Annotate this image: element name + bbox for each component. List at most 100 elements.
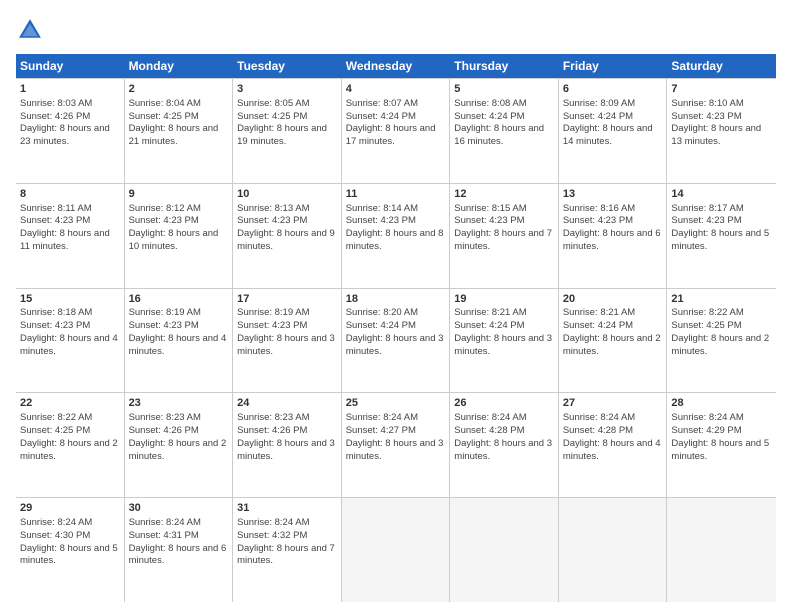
- day-info: Sunrise: 8:21 AM Sunset: 4:24 PM Dayligh…: [563, 307, 661, 356]
- day-info: Sunrise: 8:21 AM Sunset: 4:24 PM Dayligh…: [454, 307, 552, 356]
- day-info: Sunrise: 8:08 AM Sunset: 4:24 PM Dayligh…: [454, 98, 544, 147]
- day-number: 25: [346, 396, 446, 411]
- calendar-cell-0-3: 4Sunrise: 8:07 AM Sunset: 4:24 PM Daylig…: [342, 79, 451, 183]
- day-number: 27: [563, 396, 663, 411]
- calendar-cell-3-0: 22Sunrise: 8:22 AM Sunset: 4:25 PM Dayli…: [16, 393, 125, 497]
- day-number: 14: [671, 187, 772, 202]
- day-info: Sunrise: 8:24 AM Sunset: 4:28 PM Dayligh…: [454, 412, 552, 461]
- day-info: Sunrise: 8:15 AM Sunset: 4:23 PM Dayligh…: [454, 203, 552, 252]
- calendar-cell-4-3: [342, 498, 451, 602]
- calendar-row-4: 29Sunrise: 8:24 AM Sunset: 4:30 PM Dayli…: [16, 498, 776, 602]
- day-info: Sunrise: 8:04 AM Sunset: 4:25 PM Dayligh…: [129, 98, 219, 147]
- day-number: 21: [671, 292, 772, 307]
- calendar-cell-2-3: 18Sunrise: 8:20 AM Sunset: 4:24 PM Dayli…: [342, 289, 451, 393]
- day-number: 2: [129, 82, 229, 97]
- day-number: 11: [346, 187, 446, 202]
- calendar-cell-3-6: 28Sunrise: 8:24 AM Sunset: 4:29 PM Dayli…: [667, 393, 776, 497]
- day-number: 19: [454, 292, 554, 307]
- day-number: 7: [671, 82, 772, 97]
- day-number: 13: [563, 187, 663, 202]
- calendar-cell-0-0: 1Sunrise: 8:03 AM Sunset: 4:26 PM Daylig…: [16, 79, 125, 183]
- day-info: Sunrise: 8:05 AM Sunset: 4:25 PM Dayligh…: [237, 98, 327, 147]
- calendar-cell-2-2: 17Sunrise: 8:19 AM Sunset: 4:23 PM Dayli…: [233, 289, 342, 393]
- weekday-header-friday: Friday: [559, 54, 668, 78]
- day-number: 22: [20, 396, 120, 411]
- calendar-cell-0-1: 2Sunrise: 8:04 AM Sunset: 4:25 PM Daylig…: [125, 79, 234, 183]
- calendar-cell-4-1: 30Sunrise: 8:24 AM Sunset: 4:31 PM Dayli…: [125, 498, 234, 602]
- page: SundayMondayTuesdayWednesdayThursdayFrid…: [0, 0, 792, 612]
- calendar-cell-4-6: [667, 498, 776, 602]
- day-info: Sunrise: 8:24 AM Sunset: 4:29 PM Dayligh…: [671, 412, 769, 461]
- day-info: Sunrise: 8:14 AM Sunset: 4:23 PM Dayligh…: [346, 203, 444, 252]
- calendar-cell-4-2: 31Sunrise: 8:24 AM Sunset: 4:32 PM Dayli…: [233, 498, 342, 602]
- calendar-body: 1Sunrise: 8:03 AM Sunset: 4:26 PM Daylig…: [16, 78, 776, 602]
- calendar-cell-2-6: 21Sunrise: 8:22 AM Sunset: 4:25 PM Dayli…: [667, 289, 776, 393]
- calendar-cell-1-4: 12Sunrise: 8:15 AM Sunset: 4:23 PM Dayli…: [450, 184, 559, 288]
- calendar-cell-1-6: 14Sunrise: 8:17 AM Sunset: 4:23 PM Dayli…: [667, 184, 776, 288]
- calendar-row-1: 8Sunrise: 8:11 AM Sunset: 4:23 PM Daylig…: [16, 184, 776, 289]
- calendar-cell-0-4: 5Sunrise: 8:08 AM Sunset: 4:24 PM Daylig…: [450, 79, 559, 183]
- day-number: 18: [346, 292, 446, 307]
- calendar-cell-3-5: 27Sunrise: 8:24 AM Sunset: 4:28 PM Dayli…: [559, 393, 668, 497]
- day-number: 1: [20, 82, 120, 97]
- calendar-cell-1-2: 10Sunrise: 8:13 AM Sunset: 4:23 PM Dayli…: [233, 184, 342, 288]
- day-number: 3: [237, 82, 337, 97]
- calendar-cell-0-5: 6Sunrise: 8:09 AM Sunset: 4:24 PM Daylig…: [559, 79, 668, 183]
- calendar-cell-0-2: 3Sunrise: 8:05 AM Sunset: 4:25 PM Daylig…: [233, 79, 342, 183]
- day-number: 8: [20, 187, 120, 202]
- day-info: Sunrise: 8:24 AM Sunset: 4:32 PM Dayligh…: [237, 517, 335, 566]
- day-info: Sunrise: 8:16 AM Sunset: 4:23 PM Dayligh…: [563, 203, 661, 252]
- day-number: 28: [671, 396, 772, 411]
- calendar-cell-2-4: 19Sunrise: 8:21 AM Sunset: 4:24 PM Dayli…: [450, 289, 559, 393]
- day-number: 16: [129, 292, 229, 307]
- calendar-cell-4-5: [559, 498, 668, 602]
- day-info: Sunrise: 8:03 AM Sunset: 4:26 PM Dayligh…: [20, 98, 110, 147]
- calendar: SundayMondayTuesdayWednesdayThursdayFrid…: [16, 54, 776, 602]
- weekday-header-saturday: Saturday: [667, 54, 776, 78]
- day-info: Sunrise: 8:12 AM Sunset: 4:23 PM Dayligh…: [129, 203, 219, 252]
- day-info: Sunrise: 8:19 AM Sunset: 4:23 PM Dayligh…: [129, 307, 227, 356]
- day-info: Sunrise: 8:18 AM Sunset: 4:23 PM Dayligh…: [20, 307, 118, 356]
- day-number: 6: [563, 82, 663, 97]
- header: [16, 16, 776, 44]
- day-number: 24: [237, 396, 337, 411]
- calendar-cell-1-1: 9Sunrise: 8:12 AM Sunset: 4:23 PM Daylig…: [125, 184, 234, 288]
- day-info: Sunrise: 8:13 AM Sunset: 4:23 PM Dayligh…: [237, 203, 335, 252]
- weekday-header-sunday: Sunday: [16, 54, 125, 78]
- calendar-cell-4-4: [450, 498, 559, 602]
- calendar-row-0: 1Sunrise: 8:03 AM Sunset: 4:26 PM Daylig…: [16, 78, 776, 184]
- calendar-row-3: 22Sunrise: 8:22 AM Sunset: 4:25 PM Dayli…: [16, 393, 776, 498]
- day-info: Sunrise: 8:23 AM Sunset: 4:26 PM Dayligh…: [129, 412, 227, 461]
- day-info: Sunrise: 8:09 AM Sunset: 4:24 PM Dayligh…: [563, 98, 653, 147]
- calendar-cell-3-3: 25Sunrise: 8:24 AM Sunset: 4:27 PM Dayli…: [342, 393, 451, 497]
- day-number: 17: [237, 292, 337, 307]
- day-info: Sunrise: 8:22 AM Sunset: 4:25 PM Dayligh…: [20, 412, 118, 461]
- day-info: Sunrise: 8:10 AM Sunset: 4:23 PM Dayligh…: [671, 98, 761, 147]
- day-number: 31: [237, 501, 337, 516]
- calendar-cell-1-5: 13Sunrise: 8:16 AM Sunset: 4:23 PM Dayli…: [559, 184, 668, 288]
- day-info: Sunrise: 8:24 AM Sunset: 4:28 PM Dayligh…: [563, 412, 661, 461]
- day-number: 26: [454, 396, 554, 411]
- day-info: Sunrise: 8:07 AM Sunset: 4:24 PM Dayligh…: [346, 98, 436, 147]
- logo: [16, 16, 48, 44]
- calendar-cell-3-4: 26Sunrise: 8:24 AM Sunset: 4:28 PM Dayli…: [450, 393, 559, 497]
- day-info: Sunrise: 8:19 AM Sunset: 4:23 PM Dayligh…: [237, 307, 335, 356]
- day-info: Sunrise: 8:11 AM Sunset: 4:23 PM Dayligh…: [20, 203, 110, 252]
- calendar-cell-2-5: 20Sunrise: 8:21 AM Sunset: 4:24 PM Dayli…: [559, 289, 668, 393]
- day-info: Sunrise: 8:20 AM Sunset: 4:24 PM Dayligh…: [346, 307, 444, 356]
- calendar-cell-0-6: 7Sunrise: 8:10 AM Sunset: 4:23 PM Daylig…: [667, 79, 776, 183]
- day-number: 15: [20, 292, 120, 307]
- calendar-cell-2-1: 16Sunrise: 8:19 AM Sunset: 4:23 PM Dayli…: [125, 289, 234, 393]
- day-info: Sunrise: 8:23 AM Sunset: 4:26 PM Dayligh…: [237, 412, 335, 461]
- day-info: Sunrise: 8:24 AM Sunset: 4:27 PM Dayligh…: [346, 412, 444, 461]
- calendar-cell-3-2: 24Sunrise: 8:23 AM Sunset: 4:26 PM Dayli…: [233, 393, 342, 497]
- day-number: 5: [454, 82, 554, 97]
- day-number: 23: [129, 396, 229, 411]
- calendar-cell-1-3: 11Sunrise: 8:14 AM Sunset: 4:23 PM Dayli…: [342, 184, 451, 288]
- day-number: 29: [20, 501, 120, 516]
- weekday-header-monday: Monday: [125, 54, 234, 78]
- calendar-row-2: 15Sunrise: 8:18 AM Sunset: 4:23 PM Dayli…: [16, 289, 776, 394]
- calendar-header: SundayMondayTuesdayWednesdayThursdayFrid…: [16, 54, 776, 78]
- calendar-cell-4-0: 29Sunrise: 8:24 AM Sunset: 4:30 PM Dayli…: [16, 498, 125, 602]
- day-number: 20: [563, 292, 663, 307]
